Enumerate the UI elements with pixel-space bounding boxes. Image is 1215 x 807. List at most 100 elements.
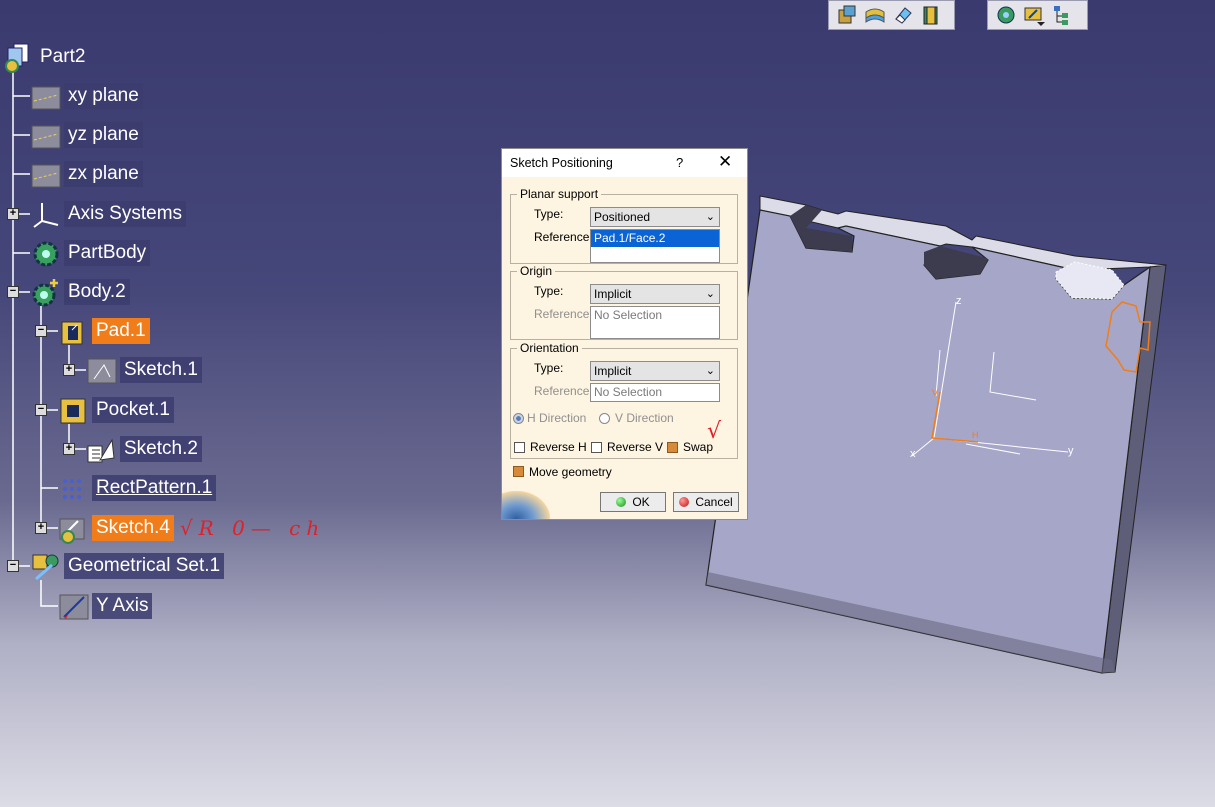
tree-label-zx-plane: zx plane xyxy=(64,161,143,187)
reverse-v-label: Reverse V xyxy=(607,440,664,454)
origin-reference-field[interactable]: No Selection xyxy=(590,306,720,339)
tree-node-axis-systems[interactable]: Axis Systems xyxy=(30,198,187,230)
slot-wall-3 xyxy=(1055,261,1125,300)
planar-type-select[interactable]: Positioned ⌄ xyxy=(590,207,720,227)
tree-node-y-axis[interactable]: Y Axis xyxy=(58,590,153,622)
collapse-pocket1-icon[interactable]: − xyxy=(35,404,47,416)
h-direction-radio[interactable] xyxy=(513,413,524,424)
swap-check-annotation: √ xyxy=(707,419,722,444)
part-icon xyxy=(2,42,32,73)
chevron-down-icon: ⌄ xyxy=(705,211,715,223)
surface-icon[interactable] xyxy=(863,3,887,27)
plane-icon xyxy=(30,159,61,189)
tree-label-pocket1: Pocket.1 xyxy=(92,397,174,423)
sketch-icon xyxy=(58,513,88,544)
specification-tree: Part2 xy plane yz plane zx plane + Axis … xyxy=(0,0,420,640)
origin-reference-value: No Selection xyxy=(594,308,663,322)
tree-icon[interactable] xyxy=(1050,3,1074,27)
eraser-icon[interactable] xyxy=(891,3,915,27)
origin-type-label: Type: xyxy=(534,284,564,298)
toolbar-left xyxy=(828,0,955,30)
slot-wall-2 xyxy=(924,246,988,279)
tree-node-sketch4[interactable]: Sketch.4 √R 0— ch xyxy=(58,512,325,544)
tree-node-pocket1[interactable]: Pocket.1 xyxy=(58,394,174,426)
reverse-h-checkbox[interactable] xyxy=(514,442,525,453)
origin-reference-label: Reference: xyxy=(534,307,593,321)
tree-label-partbody: PartBody xyxy=(64,240,151,266)
move-geometry-checkbox[interactable] xyxy=(513,466,524,477)
globe-gear-icon[interactable] xyxy=(994,3,1018,27)
tree-node-part2[interactable]: Part2 xyxy=(2,41,89,73)
expand-sketch2-icon[interactable]: + xyxy=(63,443,75,455)
ok-label: OK xyxy=(632,495,650,509)
sketch-icon xyxy=(86,434,116,464)
tree-label-sketch1: Sketch.1 xyxy=(120,357,202,383)
toolbar-right xyxy=(987,0,1088,30)
dialog-title-bar: Sketch Positioning ? ✕ xyxy=(502,149,747,177)
tree-node-geometrical-set1[interactable]: Geometrical Set.1 xyxy=(30,550,225,582)
cancel-button[interactable]: Cancel xyxy=(673,492,739,512)
sketch-axes xyxy=(911,301,1069,457)
sketch-profile xyxy=(1105,301,1151,373)
plane-icon xyxy=(30,120,61,150)
orientation-type-select[interactable]: Implicit ⌄ xyxy=(590,361,720,381)
orientation-reference-field[interactable]: No Selection xyxy=(590,383,720,402)
tree-node-xy-plane[interactable]: xy plane xyxy=(30,80,143,112)
plate-side-face xyxy=(1101,264,1167,674)
red-dot-icon xyxy=(679,497,690,507)
cancel-label: Cancel xyxy=(695,495,733,509)
expand-sketch1-icon[interactable]: + xyxy=(63,364,75,376)
reverse-v-checkbox[interactable] xyxy=(591,442,602,453)
tree-label-y-axis: Y Axis xyxy=(92,593,153,619)
axis-line-icon xyxy=(58,591,89,621)
view-part-icon[interactable] xyxy=(835,3,859,27)
geometrical-set-icon xyxy=(30,551,60,581)
expand-axis-systems-icon[interactable]: + xyxy=(7,208,19,220)
tree-node-yz-plane[interactable]: yz plane xyxy=(30,119,143,151)
collapse-body2-icon[interactable]: − xyxy=(7,286,19,298)
close-button[interactable]: ✕ xyxy=(718,152,732,172)
swap-checkbox[interactable] xyxy=(667,442,678,453)
planar-type-label: Type: xyxy=(534,207,564,221)
tree-node-zx-plane[interactable]: zx plane xyxy=(30,158,143,190)
orientation-type-label: Type: xyxy=(534,361,564,375)
reverse-h-label: Reverse H xyxy=(530,440,587,454)
axis-system-icon xyxy=(30,199,60,229)
tree-label-rectpattern1: RectPattern.1 xyxy=(92,475,217,501)
sketch-icon xyxy=(86,355,117,385)
help-button[interactable]: ? xyxy=(676,155,683,170)
gear-body-icon xyxy=(30,238,60,268)
tree-label-part2: Part2 xyxy=(40,46,86,67)
tree-node-partbody[interactable]: PartBody xyxy=(30,237,151,269)
ok-button[interactable]: OK xyxy=(600,492,666,512)
collapse-pad1-icon[interactable]: − xyxy=(35,325,47,337)
axis-label-z: z xyxy=(956,295,962,307)
tree-node-body2[interactable]: Body.2 xyxy=(30,276,130,308)
origin-type-select[interactable]: Implicit ⌄ xyxy=(590,284,720,304)
tree-node-sketch2[interactable]: Sketch.2 xyxy=(86,433,202,465)
dialog-title: Sketch Positioning xyxy=(510,156,613,170)
collapse-geometrical-set-icon[interactable]: − xyxy=(7,560,19,572)
tree-node-pad1[interactable]: Pad.1 xyxy=(58,315,150,347)
axis-label-x: x xyxy=(910,448,916,460)
v-direction-radio[interactable] xyxy=(599,413,610,424)
tree-label-body2: Body.2 xyxy=(64,279,130,305)
axis-label-y: y xyxy=(1068,445,1074,457)
expand-sketch4-icon[interactable]: + xyxy=(35,522,47,534)
book-icon[interactable] xyxy=(919,3,943,27)
chevron-down-icon: ⌄ xyxy=(705,365,715,377)
orientation-type-value: Implicit xyxy=(594,364,632,378)
plate-top-edge xyxy=(759,195,1167,271)
green-dot-icon xyxy=(616,497,627,507)
h-direction-label: H Direction xyxy=(527,411,587,425)
tree-label-yz-plane: yz plane xyxy=(64,122,143,148)
tree-node-rectpattern1[interactable]: RectPattern.1 xyxy=(58,472,217,504)
planar-reference-field[interactable]: Pad.1/Face.2 xyxy=(590,229,720,263)
sketch-position-icon[interactable] xyxy=(1022,3,1046,27)
planar-type-value: Positioned xyxy=(594,210,651,224)
axis-label-h: H xyxy=(972,430,979,440)
catia-logo xyxy=(502,491,550,519)
tree-label-xy-plane: xy plane xyxy=(64,83,143,109)
tree-node-sketch1[interactable]: Sketch.1 xyxy=(86,354,202,386)
planar-reference-label: Reference: xyxy=(534,230,593,244)
